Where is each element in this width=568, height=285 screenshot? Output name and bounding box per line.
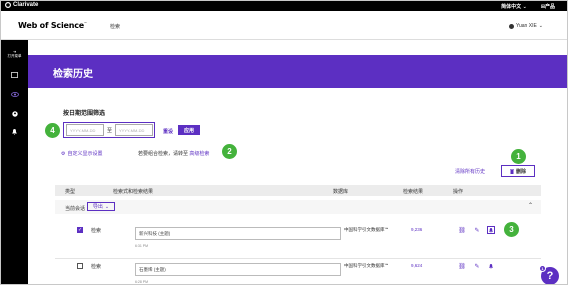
sidebar-item-profile[interactable] (1, 109, 28, 119)
app-window: Clarivate 简体中文 ⌄ ⊞产品 Web of Science™ 检索 … (0, 0, 568, 285)
session-row: 当前会话 导出 ⌄ ⌃ (55, 200, 541, 214)
clarivate-logo-icon (5, 2, 11, 8)
top-bar: Clarivate 简体中文 ⌄ ⊞产品 (1, 1, 567, 11)
delete-label: 删除 (515, 168, 526, 175)
help-badge: 1 (539, 265, 546, 272)
result-count-link[interactable]: 9,236 (411, 227, 422, 232)
callout-1: 1 (511, 149, 526, 164)
sidebar-menu-label: 打开菜单 (7, 53, 22, 58)
chevron-down-icon: ⌄ (104, 203, 110, 210)
row-type: 检索 (91, 264, 102, 270)
help-icon: ? (546, 270, 554, 282)
language-selector[interactable]: 简体中文 ⌄ (501, 3, 527, 10)
table-header: 类型 检索式和检索结果 数据库 检索结果 操作 (55, 185, 541, 196)
date-to-label: 至 (107, 128, 113, 134)
products-menu[interactable]: ⊞产品 (541, 3, 555, 10)
link-icon[interactable]: ⛓ (458, 226, 466, 234)
export-label: 导出 (92, 204, 103, 210)
collapse-icon[interactable]: ⌃ (528, 202, 533, 209)
trash-icon (509, 168, 514, 174)
callout-2: 2 (222, 144, 237, 159)
date-from-input[interactable]: YYYY-MM-DD (66, 124, 104, 136)
row-checkbox[interactable] (77, 263, 83, 269)
query-time: 6:31 PM (135, 244, 149, 248)
callout-3: 3 (504, 222, 519, 237)
header: Web of Science™ 检索 Yuan XIE ⌄ (1, 11, 567, 40)
session-label: 当前会话 (65, 206, 86, 212)
query-field[interactable]: 石墨烯 (主题) (135, 263, 341, 276)
date-to-input[interactable]: YYYY-MM-DD (115, 124, 153, 136)
sidebar-item-alerts[interactable] (1, 127, 28, 137)
page-title: 检索历史 (53, 69, 93, 80)
sidebar: ⇥ 打开菜单 (1, 40, 28, 284)
product-logo[interactable]: Web of Science™ (18, 21, 87, 30)
bell-icon (489, 263, 493, 269)
col-actions: 操作 (453, 189, 464, 195)
create-alert-icon[interactable] (487, 226, 495, 234)
product-name: Web of Science (18, 21, 84, 30)
date-filter-label: 按日期范围筛选 (63, 111, 106, 117)
delete-button[interactable]: 删除 (501, 165, 535, 177)
row-checkbox[interactable]: ✓ (77, 227, 83, 233)
sidebar-item-saved[interactable] (1, 70, 28, 80)
query-field[interactable]: 新兴科技 (主题) (135, 227, 341, 240)
nav-search-link[interactable]: 检索 (110, 23, 120, 30)
row-type: 检索 (91, 228, 102, 234)
callout-4: 4 (45, 123, 60, 138)
edit-icon[interactable]: ✎ (473, 262, 481, 270)
history-eye-icon (10, 91, 19, 97)
bell-icon (12, 129, 17, 135)
products-label: 产品 (544, 3, 555, 10)
help-button[interactable]: ? 1 (539, 265, 559, 284)
gear-icon: ⚙ (61, 150, 66, 157)
sidebar-item-history[interactable] (1, 89, 28, 99)
custom-display-link[interactable]: ⚙ 自定义显示设置 (61, 150, 103, 158)
export-button[interactable]: 导出 ⌄ (87, 202, 115, 211)
create-alert-icon[interactable] (487, 262, 495, 270)
trademark: ™ (83, 21, 87, 26)
bell-icon (489, 227, 493, 233)
row-database: 中国科学引文数据库℠ (344, 227, 390, 232)
user-icon (508, 23, 514, 29)
col-results: 检索结果 (403, 189, 424, 195)
folder-icon (11, 72, 18, 78)
link-icon[interactable]: ⛓ (458, 262, 466, 270)
user-icon (11, 111, 18, 117)
chevron-down-icon: ⌄ (538, 23, 543, 29)
clarivate-logo[interactable]: Clarivate (5, 2, 38, 8)
user-name: Yuan XIE (515, 23, 537, 29)
edit-icon[interactable]: ✎ (473, 226, 481, 234)
combine-hint: 若要组合检索，请转至 高级检索 (138, 150, 209, 157)
user-menu[interactable]: Yuan XIE ⌄ (508, 23, 543, 29)
clear-all-history-link[interactable]: 清除所有历史 (455, 168, 485, 175)
query-time: 6:28 PM (135, 280, 149, 284)
reset-link[interactable]: 重设 (163, 128, 173, 135)
col-database: 数据库 (333, 189, 349, 195)
apply-button[interactable]: 应用 (178, 125, 200, 135)
advanced-search-link[interactable]: 高级检索 (189, 151, 209, 157)
col-query: 检索式和检索结果 (113, 189, 154, 195)
brand-name: Clarivate (13, 2, 39, 8)
custom-display-label: 自定义显示设置 (67, 151, 103, 157)
col-type: 类型 (65, 189, 76, 195)
language-label: 简体中文 (501, 3, 522, 10)
combine-prefix: 若要组合检索，请转至 (138, 151, 189, 157)
row-database: 中国科学引文数据库℠ (344, 263, 390, 268)
sidebar-menu-button[interactable]: ⇥ 打开菜单 (1, 46, 28, 60)
page-banner: 检索历史 (28, 55, 567, 88)
table-row: 检索 石墨烯 (主题) 6:28 PM 中国科学引文数据库℠ 9,624 ⛓ ✎ (55, 253, 541, 284)
result-count-link[interactable]: 9,624 (411, 263, 422, 268)
